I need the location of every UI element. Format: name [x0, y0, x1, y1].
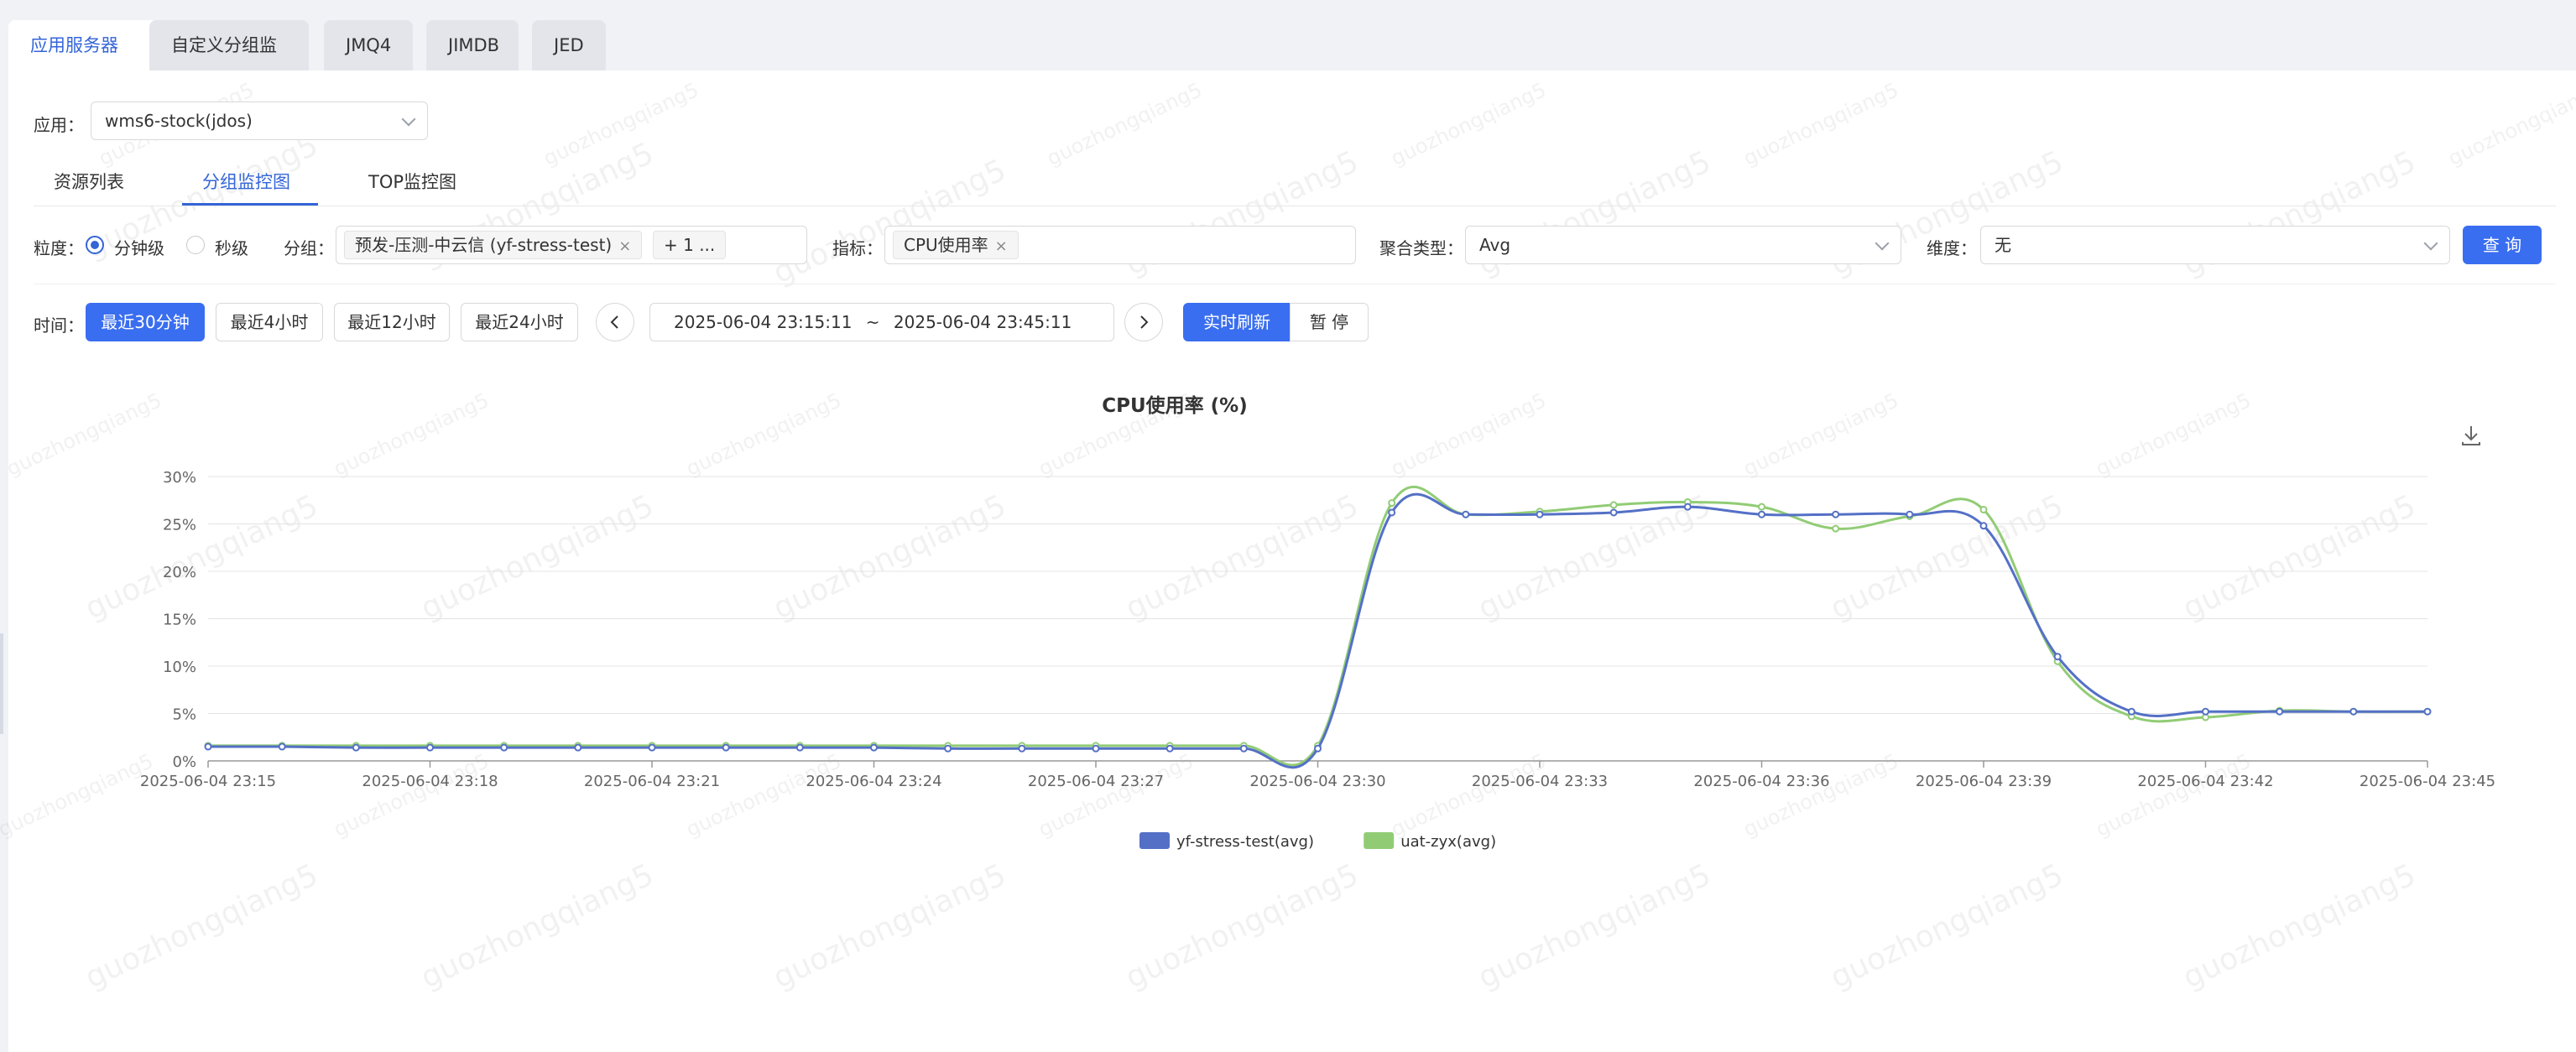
- data-point: [500, 743, 508, 752]
- data-point: [1092, 744, 1100, 753]
- data-point: [426, 743, 434, 752]
- data-point: [1906, 510, 1914, 518]
- x-tick-label: 2025-06-04 23:42: [2137, 773, 2273, 790]
- legend-swatch: [1139, 832, 1170, 849]
- data-point: [1979, 506, 1988, 514]
- y-tick-label: 15%: [163, 612, 196, 629]
- x-tick-label: 2025-06-04 23:15: [140, 773, 276, 790]
- x-tick-label: 2025-06-04 23:45: [2360, 773, 2495, 790]
- data-point: [1832, 524, 1840, 533]
- data-point: [1388, 499, 1396, 508]
- legend-label: yf-stress-test(avg): [1176, 833, 1314, 851]
- data-point: [1832, 510, 1840, 518]
- data-point: [2423, 707, 2432, 716]
- data-point: [1462, 510, 1470, 518]
- data-point: [944, 744, 952, 753]
- x-tick-label: 2025-06-04 23:39: [1916, 773, 2052, 790]
- data-point: [1609, 508, 1618, 517]
- x-tick-label: 2025-06-04 23:33: [1472, 773, 1608, 790]
- data-point: [1758, 503, 1765, 511]
- legend-swatch: [1364, 832, 1395, 849]
- data-point: [352, 743, 360, 752]
- cpu-line-chart: 0% 5% 10% 15% 20% 25% 30% 2025-06-04 23:15 2025-…: [140, 469, 2495, 851]
- series-line: [208, 485, 2428, 767]
- data-point: [1683, 503, 1692, 511]
- x-tick-label: 2025-06-04 23:27: [1028, 773, 1164, 790]
- data-point: [870, 743, 878, 752]
- x-tick-label: 2025-06-04 23:21: [584, 773, 720, 790]
- y-tick-label: 20%: [163, 564, 196, 581]
- tab-jed[interactable]: JED: [532, 20, 606, 70]
- y-tick-label: 0%: [172, 753, 196, 771]
- main-panel: guozhongqiang5 guozhongqiang5 guozhongqi…: [0, 70, 2576, 1052]
- x-tick-label: 2025-06-04 23:18: [362, 773, 498, 790]
- data-point: [2276, 707, 2284, 716]
- data-point: [2127, 707, 2135, 716]
- data-point: [574, 743, 582, 752]
- y-tick-label: 25%: [163, 517, 196, 534]
- data-point: [722, 743, 730, 752]
- data-point: [2349, 707, 2358, 716]
- data-point: [1018, 744, 1026, 753]
- data-point: [648, 743, 656, 752]
- data-point: [1314, 744, 1322, 753]
- x-tick-label: 2025-06-04 23:36: [1693, 773, 1829, 790]
- data-point: [1758, 510, 1765, 518]
- data-point: [1536, 510, 1544, 518]
- y-tick-label: 30%: [163, 469, 196, 487]
- x-tick-label: 2025-06-04 23:30: [1249, 773, 1385, 790]
- legend-label: uat-zyx(avg): [1400, 833, 1496, 851]
- data-point: [795, 743, 804, 752]
- data-point: [1239, 744, 1248, 753]
- data-point: [1388, 508, 1396, 517]
- app-tab-bar: 应用服务器 自定义分组监控 JMQ4 JIMDB JED: [0, 0, 2576, 106]
- y-tick-label: 10%: [163, 659, 196, 676]
- y-tick-label: 5%: [172, 706, 196, 724]
- data-point: [1165, 744, 1174, 753]
- tab-custom-group[interactable]: 自定义分组监控: [149, 20, 309, 106]
- data-point: [1979, 522, 1988, 530]
- data-point: [2053, 653, 2062, 661]
- series-line: [207, 492, 2427, 769]
- data-point: [1609, 501, 1618, 509]
- data-point: [278, 742, 286, 751]
- left-edge-handle: [0, 633, 3, 734]
- x-tick-label: 2025-06-04 23:24: [806, 773, 941, 790]
- tab-jimdb[interactable]: JIMDB: [426, 20, 519, 70]
- data-point: [204, 742, 212, 751]
- tab-jmq4[interactable]: JMQ4: [324, 20, 413, 70]
- data-point: [2202, 707, 2209, 716]
